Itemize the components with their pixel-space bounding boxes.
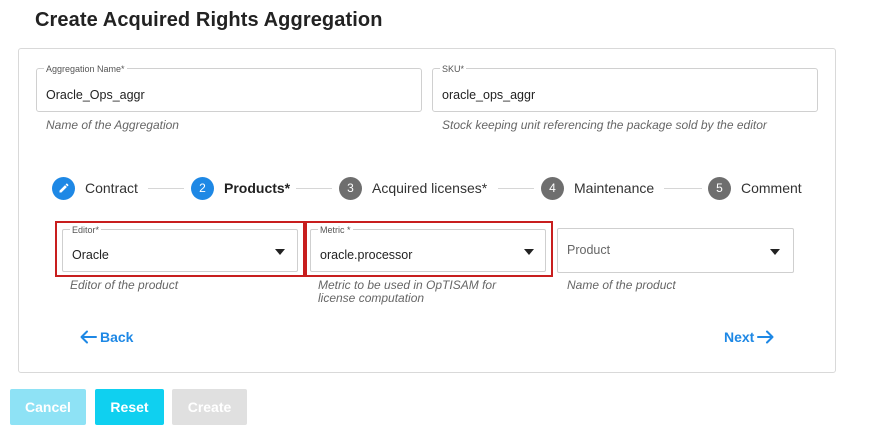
page-title: Create Acquired Rights Aggregation [35, 9, 383, 31]
aggregation-name-label: Aggregation Name* [44, 64, 127, 74]
product-placeholder: Product [567, 243, 611, 257]
step-products[interactable]: 2 Products* [191, 176, 290, 200]
step-label: Contract [85, 180, 138, 196]
arrow-left-icon [80, 330, 97, 344]
reset-button[interactable]: Reset [95, 389, 164, 425]
step-maintenance[interactable]: 4 Maintenance [541, 176, 654, 200]
step-number: 3 [339, 176, 362, 200]
sku-hint: Stock keeping unit referencing the packa… [442, 118, 767, 132]
step-comment[interactable]: 5 Comment [708, 176, 802, 200]
step-label: Comment [741, 180, 802, 196]
editor-highlight-box [55, 221, 305, 277]
metric-highlight-box [305, 221, 553, 277]
arrow-right-icon [757, 330, 774, 344]
step-number: 2 [191, 176, 214, 200]
product-hint: Name of the product [567, 278, 676, 292]
step-acquired-licenses[interactable]: 3 Acquired licenses* [339, 176, 487, 200]
step-number: 4 [541, 176, 564, 200]
stepper-connector [296, 188, 332, 189]
stepper-connector [498, 188, 534, 189]
stepper-connector [148, 188, 184, 189]
metric-hint: Metric to be used in OpTISAM for license… [318, 279, 496, 305]
sku-label: SKU* [440, 64, 467, 74]
metric-hint-line: license computation [318, 291, 425, 305]
pencil-icon [52, 176, 75, 200]
step-label: Maintenance [574, 180, 655, 196]
sku-field[interactable]: SKU* oracle_ops_aggr [432, 64, 818, 112]
step-number: 5 [708, 176, 731, 200]
step-label: Acquired licenses* [372, 180, 488, 196]
aggregation-name-field[interactable]: Aggregation Name* Oracle_Ops_aggr [36, 64, 422, 112]
aggregation-name-hint: Name of the Aggregation [46, 118, 179, 132]
stepper-connector [664, 188, 702, 189]
product-select[interactable]: Product [557, 228, 794, 273]
editor-hint: Editor of the product [70, 278, 179, 292]
aggregation-name-value: Oracle_Ops_aggr [46, 88, 145, 102]
next-label: Next [724, 329, 755, 345]
step-label: Products* [224, 180, 291, 196]
next-button[interactable]: Next [724, 329, 774, 345]
cancel-button[interactable]: Cancel [10, 389, 86, 425]
step-contract[interactable]: Contract [52, 176, 138, 200]
back-label: Back [100, 329, 134, 345]
back-button[interactable]: Back [80, 329, 133, 345]
dropdown-caret-icon [770, 249, 780, 255]
sku-value: oracle_ops_aggr [442, 88, 536, 102]
create-button[interactable]: Create [172, 389, 247, 425]
